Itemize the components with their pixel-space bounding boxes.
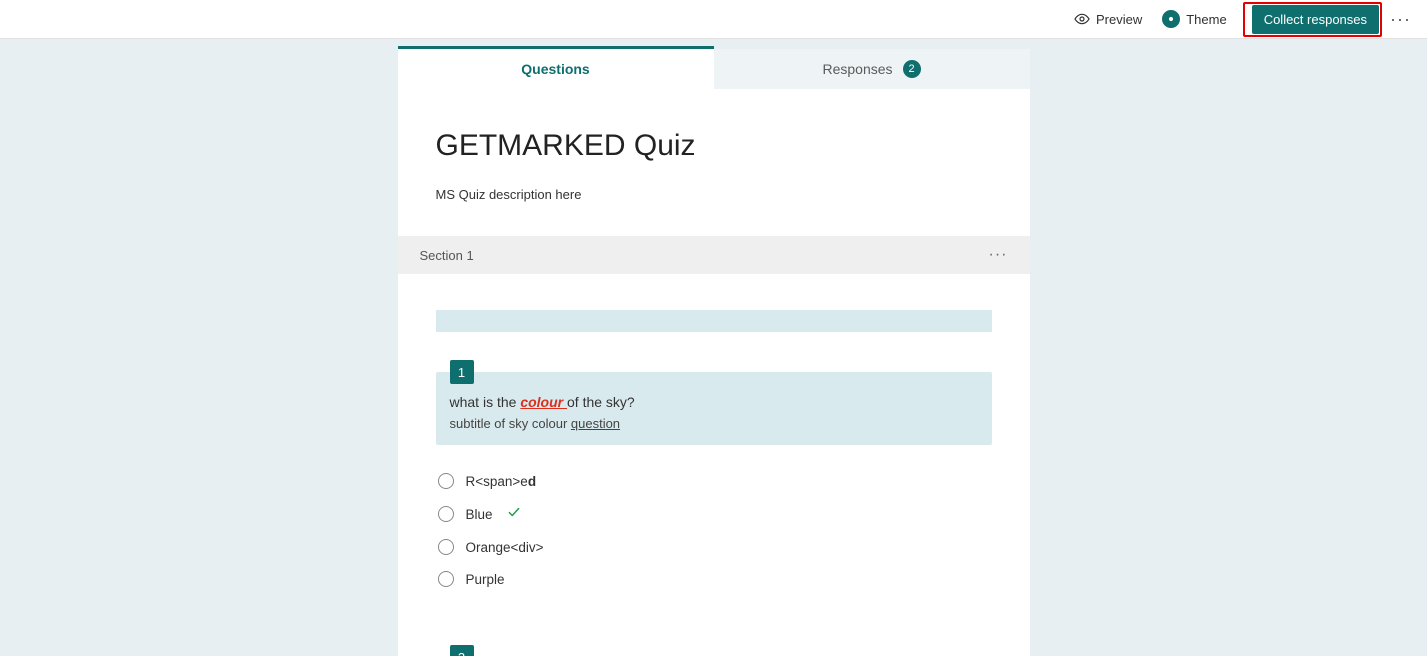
section-description-placeholder[interactable] (436, 310, 992, 332)
palette-icon (1162, 10, 1180, 28)
responses-count-badge: 2 (903, 60, 921, 78)
q1-text-prefix: what is the (450, 394, 521, 410)
question-2-header[interactable]: 2 (436, 645, 992, 656)
scroll-area[interactable]: Questions Responses 2 GETMARKED Quiz MS … (0, 39, 1427, 656)
quiz-description[interactable]: MS Quiz description here (436, 187, 992, 202)
option-1[interactable]: R<span>ed (438, 465, 992, 497)
eye-icon (1074, 11, 1090, 27)
tab-responses-label: Responses (822, 61, 892, 77)
radio-icon (438, 473, 454, 489)
section-bar: Section 1 ··· (398, 236, 1030, 274)
theme-button[interactable]: Theme (1152, 0, 1236, 38)
question-1-options: R<span>ed Blue Orange<div> Purple (436, 465, 992, 595)
question-1-header[interactable]: 1 what is the colour of the sky? subtitl… (436, 372, 992, 445)
tab-questions-label: Questions (521, 61, 589, 77)
option-3-label: Orange<div> (466, 540, 544, 555)
quiz-header: GETMARKED Quiz MS Quiz description here (398, 89, 1030, 236)
more-icon: ··· (1390, 9, 1411, 29)
tab-questions[interactable]: Questions (398, 49, 714, 89)
radio-icon (438, 539, 454, 555)
preview-button[interactable]: Preview (1064, 0, 1152, 38)
tab-responses[interactable]: Responses 2 (714, 49, 1030, 89)
question-number-badge: 1 (450, 360, 474, 384)
q1-text-suffix: of the sky? (567, 394, 635, 410)
checkmark-icon (507, 505, 521, 523)
question-1-text: what is the colour of the sky? (450, 394, 978, 410)
more-menu-button[interactable]: ··· (1382, 9, 1419, 30)
question-1-subtitle: subtitle of sky colour question (450, 416, 978, 431)
option-2[interactable]: Blue (438, 497, 992, 531)
opt1-pre: R (466, 474, 476, 489)
radio-icon (438, 506, 454, 522)
opt1-mid: <span>e (475, 474, 528, 489)
more-icon: ··· (989, 246, 1008, 263)
option-3[interactable]: Orange<div> (438, 531, 992, 563)
opt1-bold: d (528, 474, 536, 489)
collect-responses-button[interactable]: Collect responses (1252, 5, 1379, 34)
questions-area: 1 what is the colour of the sky? subtitl… (398, 274, 1030, 656)
q1-sub-underlined: question (571, 416, 620, 431)
option-4[interactable]: Purple (438, 563, 992, 595)
top-toolbar: Preview Theme Collect responses ··· (0, 0, 1427, 39)
q1-text-colour: colour (520, 394, 567, 410)
tabs: Questions Responses 2 (398, 49, 1030, 89)
option-1-label: R<span>ed (466, 474, 537, 489)
theme-label: Theme (1186, 12, 1226, 27)
form-container: Questions Responses 2 GETMARKED Quiz MS … (398, 39, 1030, 656)
collect-highlight: Collect responses (1243, 2, 1382, 37)
option-4-label: Purple (466, 572, 505, 587)
section-more-button[interactable]: ··· (989, 246, 1008, 264)
section-label: Section 1 (420, 248, 474, 263)
question-number-badge: 2 (450, 645, 474, 656)
option-2-label: Blue (466, 507, 493, 522)
quiz-title[interactable]: GETMARKED Quiz (436, 129, 992, 163)
radio-icon (438, 571, 454, 587)
q1-sub-prefix: subtitle of sky colour (450, 416, 571, 431)
preview-label: Preview (1096, 12, 1142, 27)
